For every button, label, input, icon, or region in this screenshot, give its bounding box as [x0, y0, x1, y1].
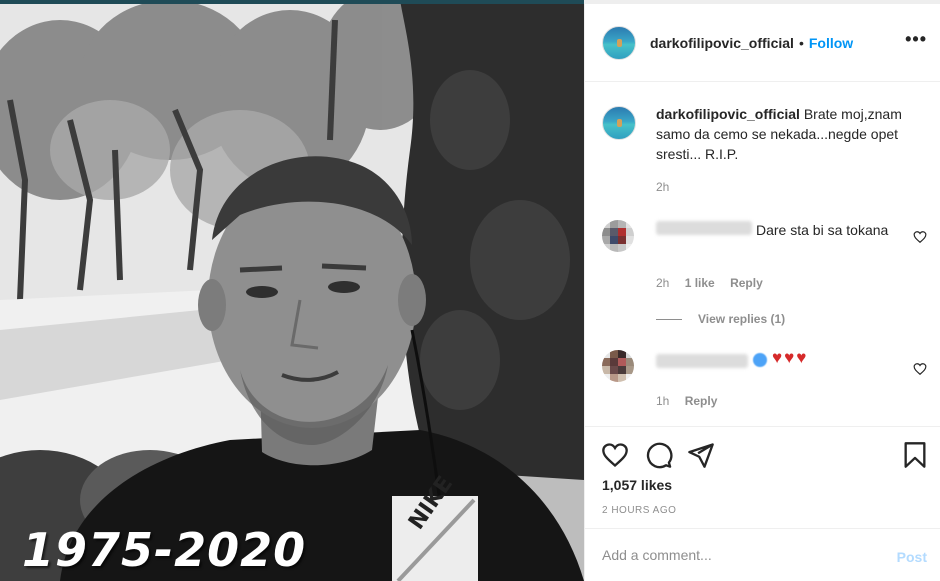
reply-button[interactable]: Reply — [685, 394, 718, 408]
post-button[interactable]: Post — [897, 549, 927, 565]
comment-like-icon[interactable] — [913, 362, 927, 376]
avatar[interactable] — [602, 25, 636, 60]
photo-year-caption: 1975-2020 — [22, 523, 307, 577]
post-header: darkofilipovic_official • Follow ••• — [585, 4, 940, 82]
comment-time[interactable]: 2h — [656, 276, 669, 290]
commenter-avatar[interactable] — [602, 350, 634, 382]
comments-section[interactable]: darkofilipovic_official Brate moj,znam s… — [585, 82, 940, 426]
caption-avatar[interactable] — [602, 106, 636, 140]
post-timestamp[interactable]: 2 HOURS AGO — [602, 505, 676, 516]
post-photo[interactable]: NIKE 1975-2020 — [0, 0, 584, 581]
bookmark-icon[interactable] — [901, 441, 929, 469]
view-replies-button[interactable]: View replies (1) — [656, 312, 785, 326]
comment-hearts: ♥♥♥ — [772, 348, 809, 367]
comment-icon[interactable] — [645, 441, 673, 469]
comment-text: Dare sta bi sa tokana — [756, 222, 889, 238]
verified-badge-icon — [753, 353, 767, 367]
likes-count[interactable]: 1,057 likes — [602, 477, 672, 493]
caption-text-block: darkofilipovic_official Brate moj,znam s… — [656, 104, 922, 164]
post-side-panel: darkofilipovic_official • Follow ••• dar… — [584, 0, 940, 581]
replies-divider — [656, 318, 682, 320]
commenter-avatar[interactable] — [602, 220, 634, 252]
caption-username[interactable]: darkofilipovic_official — [656, 106, 800, 122]
comment-likes[interactable]: 1 like — [685, 276, 715, 290]
follow-button[interactable]: Follow — [809, 35, 853, 51]
caption-time[interactable]: 2h — [656, 180, 669, 194]
header-username[interactable]: darkofilipovic_official — [650, 35, 794, 51]
add-comment-bar: Post — [585, 528, 940, 581]
photo-scene — [0, 0, 584, 581]
photo-top-strip — [0, 0, 584, 4]
header-separator: • — [798, 34, 804, 51]
heart-icon[interactable] — [601, 441, 629, 469]
view-replies-label: View replies (1) — [698, 312, 786, 326]
post-actions: 1,057 likes 2 HOURS AGO — [585, 426, 940, 528]
comment-like-icon[interactable] — [913, 230, 927, 244]
more-options-icon[interactable]: ••• — [905, 30, 927, 48]
reply-button[interactable]: Reply — [730, 276, 763, 290]
blurred-username[interactable] — [656, 354, 748, 368]
comment-meta: 1h Reply — [656, 394, 729, 408]
share-icon[interactable] — [687, 441, 715, 469]
comment-meta: 2h 1 like Reply — [656, 276, 775, 290]
comment-input[interactable] — [602, 543, 872, 567]
comment-time[interactable]: 1h — [656, 394, 669, 408]
